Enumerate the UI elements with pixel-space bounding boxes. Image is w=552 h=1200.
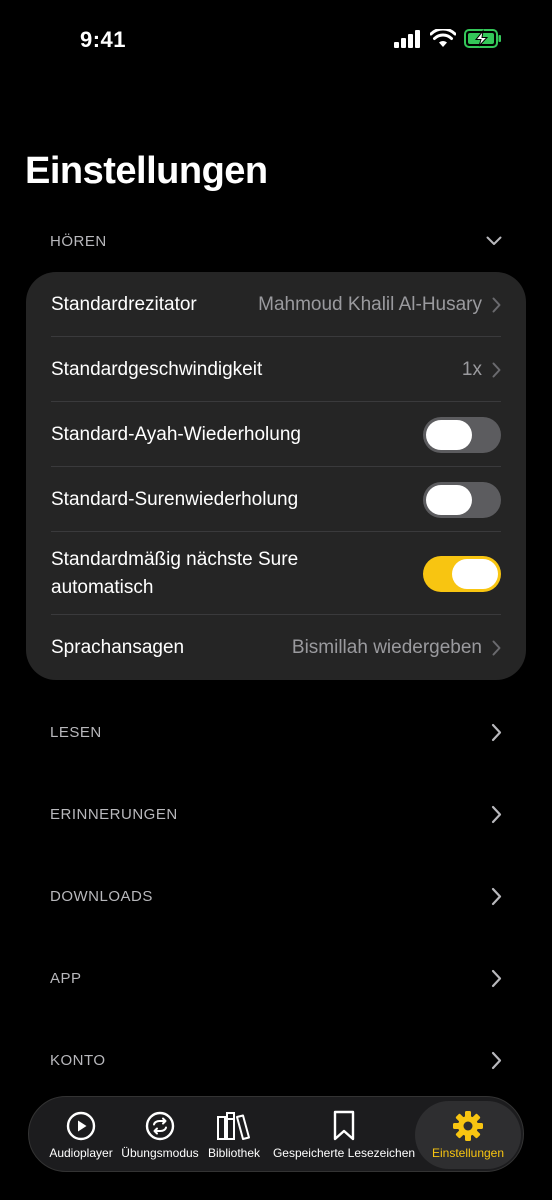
signal-icon	[394, 29, 420, 48]
toggle-knob	[452, 559, 498, 589]
setting-value-wrap: 1x	[462, 359, 501, 381]
tab-label: Übungsmodus	[121, 1146, 199, 1160]
chevron-down-icon	[486, 236, 502, 245]
setting-row-default-reciter[interactable]: Standardrezitator Mahmoud Khalil Al-Husa…	[51, 288, 501, 322]
chevron-right-icon	[491, 805, 502, 823]
chevron-right-icon	[492, 297, 501, 313]
setting-row-default-speed[interactable]: Standardgeschwindigkeit 1x	[51, 353, 501, 387]
setting-label: Standard-Ayah-Wiederholung	[51, 424, 301, 445]
status-bar: 9:41	[0, 0, 552, 84]
section-erinnerungen[interactable]: ERINNERUNGEN	[50, 794, 502, 834]
tab-gespeicherte-lesezeichen[interactable]: Gespeicherte Lesezeichen	[266, 1097, 422, 1173]
setting-label: Standard-Surenwiederholung	[51, 489, 299, 510]
battery-charging-icon	[464, 29, 501, 48]
repeat-circle-icon	[145, 1110, 175, 1142]
setting-label: Standardgeschwindigkeit	[51, 359, 263, 380]
setting-value: Bismillah wiedergeben	[291, 637, 482, 658]
section-konto[interactable]: KONTO	[50, 1040, 502, 1080]
chevron-right-icon	[492, 362, 501, 378]
play-circle-icon	[66, 1110, 96, 1142]
tab-label: Bibliothek	[207, 1146, 261, 1160]
setting-row-surah-repeat: Standard-Surenwiederholung	[51, 482, 501, 518]
surah-repeat-toggle[interactable]	[423, 482, 501, 518]
chevron-right-icon	[491, 887, 502, 905]
page-title: Einstellungen	[25, 150, 268, 192]
section-downloads[interactable]: DOWNLOADS	[50, 876, 502, 916]
autoplay-next-surah-toggle[interactable]	[423, 556, 501, 592]
toggle-knob	[426, 485, 472, 515]
gear-icon	[452, 1110, 484, 1142]
divider	[51, 614, 501, 615]
chevron-right-icon	[491, 1051, 502, 1069]
divider	[51, 531, 501, 532]
tab-bar: Audioplayer Übungsmodus Bibliothek Gespe…	[28, 1096, 524, 1172]
setting-value: Mahmoud Khalil Al-Husary	[258, 294, 482, 315]
setting-value-wrap: Bismillah wiedergeben	[292, 637, 501, 659]
setting-value: 1x	[461, 359, 482, 380]
setting-value-wrap: Mahmoud Khalil Al-Husary	[258, 294, 501, 316]
tab-bibliothek[interactable]: Bibliothek	[205, 1097, 263, 1173]
section-label: DOWNLOADS	[50, 887, 153, 905]
chevron-right-icon	[491, 969, 502, 987]
setting-label: Standardrezitator	[51, 294, 197, 315]
tab-uebungsmodus[interactable]: Übungsmodus	[119, 1097, 201, 1173]
divider	[51, 466, 501, 467]
section-label: LESEN	[50, 723, 102, 741]
section-label: KONTO	[50, 1051, 106, 1069]
section-header-hoeren[interactable]: HÖREN	[50, 221, 502, 261]
tab-label: Audioplayer	[49, 1146, 113, 1160]
section-label: HÖREN	[50, 232, 107, 250]
setting-row-ayah-repeat: Standard-Ayah-Wiederholung	[51, 417, 501, 453]
status-time: 9:41	[80, 27, 127, 52]
status-icons	[394, 29, 502, 48]
setting-row-voice-announcements[interactable]: Sprachansagen Bismillah wiedergeben	[51, 631, 501, 665]
section-label: APP	[50, 969, 82, 987]
section-label: ERINNERUNGEN	[50, 805, 178, 823]
tab-label: Einstellungen	[431, 1146, 505, 1160]
wifi-icon	[430, 29, 456, 47]
hoeren-settings-card: Standardrezitator Mahmoud Khalil Al-Husa…	[26, 272, 526, 680]
toggle-knob	[426, 420, 472, 450]
divider	[51, 336, 501, 337]
section-lesen[interactable]: LESEN	[50, 712, 502, 752]
chevron-right-icon	[491, 723, 502, 741]
section-app[interactable]: APP	[50, 958, 502, 998]
tab-einstellungen[interactable]: Einstellungen	[425, 1097, 511, 1173]
divider	[51, 401, 501, 402]
ayah-repeat-toggle[interactable]	[423, 417, 501, 453]
chevron-right-icon	[492, 640, 501, 656]
setting-label: Sprachansagen	[51, 637, 185, 658]
books-icon	[216, 1110, 252, 1142]
tab-audioplayer[interactable]: Audioplayer	[47, 1097, 115, 1173]
setting-label: Standardmäßig nächste Sure automatisch	[51, 549, 299, 598]
setting-row-autoplay-next-surah: Standardmäßig nächste Sure automatisch	[51, 546, 501, 602]
tab-label: Gespeicherte Lesezeichen	[272, 1146, 416, 1160]
bookmark-icon	[332, 1110, 356, 1142]
